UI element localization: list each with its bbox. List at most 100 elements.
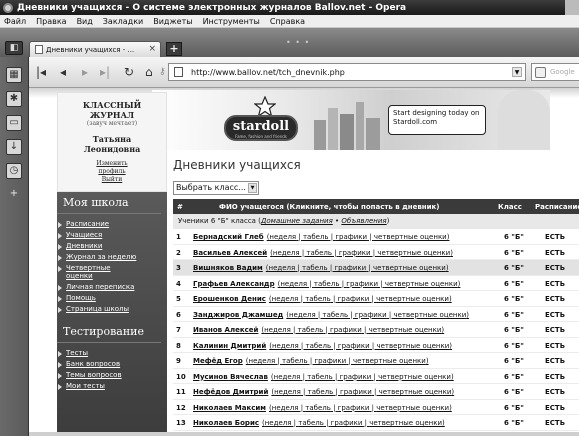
add-panel-button[interactable]: + xyxy=(6,187,22,203)
ad-banner[interactable]: stardoll Fame, fashion and friends Start… xyxy=(152,90,550,150)
menu-widgets[interactable]: Виджеты xyxy=(148,17,197,26)
maximize-button[interactable] xyxy=(551,0,565,15)
student-link-1[interactable]: табель xyxy=(308,388,334,396)
student-link-0[interactable]: неделя xyxy=(272,342,299,350)
student-link-2[interactable]: графики xyxy=(334,264,366,272)
class-select[interactable]: Выбрать класс... ▼ xyxy=(173,181,259,195)
sidebar-item-tests[interactable]: Тесты xyxy=(57,349,137,357)
homework-link[interactable]: Домашние задания xyxy=(261,217,333,225)
student-link-2[interactable]: графики xyxy=(331,419,363,427)
student-link-1[interactable]: табель xyxy=(314,280,340,288)
forward-button[interactable]: ▸ xyxy=(82,66,88,78)
student-link-1[interactable]: табель xyxy=(323,311,349,319)
logout-link[interactable]: Выйти xyxy=(58,176,166,184)
sidebar-item-students[interactable]: Учащиеся xyxy=(57,231,137,239)
sidebar-item-weekly-journal[interactable]: Журнал за неделю xyxy=(57,253,137,261)
sidebar-item-schedule[interactable]: Расписание xyxy=(57,220,137,228)
student-link-1[interactable]: табель xyxy=(305,295,331,303)
history-panel-button[interactable]: ◷ xyxy=(6,163,22,179)
menu-view[interactable]: Вид xyxy=(72,17,98,26)
student-link-2[interactable]: графики xyxy=(330,326,362,334)
sidebar-item-question-bank[interactable]: Банк вопросов xyxy=(57,360,137,368)
student-link-0[interactable]: неделя xyxy=(269,233,296,241)
minimize-button[interactable] xyxy=(537,0,551,15)
menu-bookmarks[interactable]: Закладки xyxy=(98,17,148,26)
menu-tools[interactable]: Инструменты xyxy=(198,17,265,26)
announcements-link[interactable]: Объявления xyxy=(341,217,386,225)
student-link-1[interactable]: табель xyxy=(298,419,324,427)
student-link-2[interactable]: графики xyxy=(338,342,370,350)
address-dropdown-button[interactable]: ▼ xyxy=(512,67,522,77)
tab-list-button[interactable]: ◧ xyxy=(5,41,23,55)
speed-dial-button[interactable]: ▦ xyxy=(6,67,22,83)
student-link-3[interactable]: четвертные оценки xyxy=(377,249,450,257)
sidebar-item-school-page[interactable]: Страница школы xyxy=(57,305,137,313)
search-engine-icon[interactable] xyxy=(535,67,546,78)
tab-diaries[interactable]: Дневники учащихся - ... × xyxy=(29,41,161,57)
student-link-2[interactable]: графики xyxy=(314,357,346,365)
student-link-0[interactable]: неделя xyxy=(272,295,299,303)
student-name-link[interactable]: Мусинов Вячеслав xyxy=(193,373,268,381)
student-link-1[interactable]: табель xyxy=(306,342,332,350)
student-link-3[interactable]: четвертные оценки xyxy=(369,419,442,427)
student-link-2[interactable]: графики xyxy=(339,249,371,257)
home-button[interactable]: ⌂ xyxy=(145,66,153,78)
student-link-2[interactable]: графики xyxy=(346,280,378,288)
student-link-0[interactable]: неделя xyxy=(274,373,301,381)
student-name-link[interactable]: Калинин Дмитрий xyxy=(193,342,266,350)
new-tab-button[interactable]: + xyxy=(166,42,182,56)
student-name-link[interactable]: Николаев Борис xyxy=(193,419,259,427)
student-name-link[interactable]: Ерошенков Денис xyxy=(193,295,266,303)
student-name-link[interactable]: Вишняков Вадим xyxy=(193,264,263,272)
student-link-3[interactable]: четвертные оценки xyxy=(393,311,466,319)
downloads-panel-button[interactable]: ↓ xyxy=(6,139,22,155)
student-link-3[interactable]: четвертные оценки xyxy=(353,357,426,365)
student-link-1[interactable]: табель xyxy=(307,373,333,381)
security-key-button[interactable]: ⚷ xyxy=(159,66,166,78)
student-name-link[interactable]: Иванов Алексей xyxy=(193,326,258,334)
student-link-3[interactable]: четвертные оценки xyxy=(379,388,452,396)
student-link-3[interactable]: четвертные оценки xyxy=(369,326,442,334)
student-name-link[interactable]: Васильев Алексей xyxy=(193,249,267,257)
student-link-2[interactable]: графики xyxy=(338,295,370,303)
student-link-0[interactable]: неделя xyxy=(272,404,299,412)
student-name-link[interactable]: Нефёдов Дмитрий xyxy=(193,388,268,396)
student-link-0[interactable]: неделя xyxy=(274,388,301,396)
rewind-button[interactable]: |◂ xyxy=(36,66,46,78)
student-name-link[interactable]: Николаев Максим xyxy=(193,404,266,412)
student-link-1[interactable]: табель xyxy=(303,233,329,241)
sidebar-item-help[interactable]: Помощь xyxy=(57,294,137,302)
menu-file[interactable]: Файл xyxy=(0,17,31,26)
back-button[interactable]: ◂ xyxy=(60,66,66,78)
student-link-0[interactable]: неделя xyxy=(265,419,292,427)
reload-button[interactable]: ↻ xyxy=(124,66,134,78)
student-link-1[interactable]: табель xyxy=(306,249,332,257)
student-name-link[interactable]: Мефёд Егор xyxy=(193,357,243,365)
sidebar-item-my-tests[interactable]: Мои тесты xyxy=(57,382,137,390)
student-link-3[interactable]: четвертные оценки xyxy=(373,264,446,272)
student-link-0[interactable]: неделя xyxy=(264,326,291,334)
student-link-0[interactable]: неделя xyxy=(249,357,276,365)
drag-grip-icon[interactable]: • • • xyxy=(286,38,310,47)
student-link-0[interactable]: неделя xyxy=(280,280,307,288)
student-name-link[interactable]: Бернадский Глеб xyxy=(193,233,264,241)
change-profile-link-line2[interactable]: профиль xyxy=(58,168,166,176)
menu-help[interactable]: Справка xyxy=(265,17,310,26)
bookmarks-panel-button[interactable]: ✱ xyxy=(6,91,22,107)
student-link-1[interactable]: табель xyxy=(282,357,308,365)
student-link-2[interactable]: графики xyxy=(340,373,372,381)
fast-forward-button[interactable]: ▸| xyxy=(100,66,110,78)
address-field[interactable]: http://www.ballov.net/tch_dnevnik.php ▼ xyxy=(168,63,526,81)
sidebar-item-question-topics[interactable]: Темы вопросов xyxy=(57,371,137,379)
change-profile-link-line1[interactable]: Изменить xyxy=(58,160,166,168)
student-link-0[interactable]: неделя xyxy=(289,311,316,319)
sidebar-item-messages[interactable]: Личная переписка xyxy=(57,283,137,291)
tab-close-button[interactable]: × xyxy=(148,44,156,54)
student-link-3[interactable]: четвертные оценки xyxy=(385,280,458,288)
student-link-1[interactable]: табель xyxy=(298,326,324,334)
student-link-2[interactable]: графики xyxy=(355,311,387,319)
student-link-1[interactable]: табель xyxy=(302,264,328,272)
search-field[interactable]: Google xyxy=(531,63,579,81)
menu-edit[interactable]: Правка xyxy=(31,17,71,26)
student-link-2[interactable]: графики xyxy=(340,388,372,396)
